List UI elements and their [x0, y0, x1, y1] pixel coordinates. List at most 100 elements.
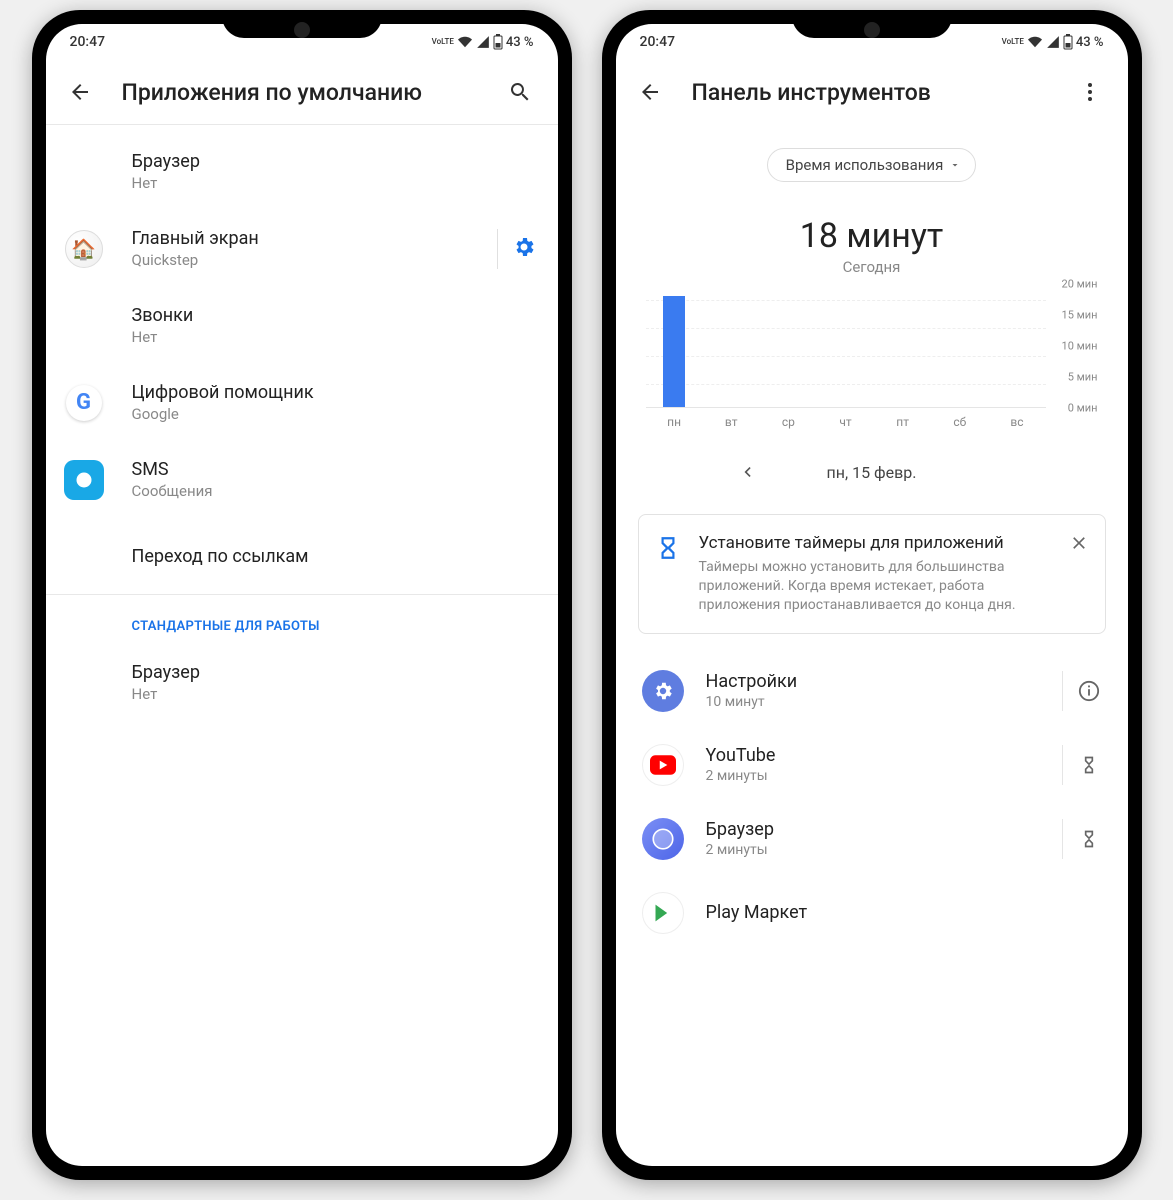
overflow-button[interactable]: [1070, 72, 1110, 112]
section-work-header: СТАНДАРТНЫЕ ДЛЯ РАБОТЫ: [46, 595, 558, 644]
bar-label: пн: [646, 415, 703, 429]
default-home-row[interactable]: 🏠 Главный экран Quickstep: [46, 210, 558, 287]
hourglass-icon: [1079, 829, 1099, 849]
app-info-button[interactable]: [1062, 671, 1102, 711]
work-browser-row[interactable]: Браузер Нет: [46, 644, 558, 721]
row-label: Браузер: [132, 662, 536, 683]
wifi-icon: [1027, 35, 1043, 49]
y-tick: 0 мин: [1068, 402, 1098, 415]
home-app-icon: 🏠: [64, 229, 104, 269]
default-calls-row[interactable]: Звонки Нет: [46, 287, 558, 364]
row-value: Нет: [132, 174, 536, 192]
row-label: SMS: [132, 459, 536, 480]
status-bar: 20:47 VoLTE 43 %: [616, 24, 1128, 60]
google-app-icon: G: [64, 383, 104, 423]
battery-percent: 43 %: [506, 35, 534, 50]
battery-percent: 43 %: [1076, 35, 1104, 50]
default-sms-row[interactable]: SMS Сообщения: [46, 441, 558, 518]
blank-icon: [64, 152, 104, 192]
date-nav: пн, 15 февр.: [616, 414, 1128, 514]
bar-вт[interactable]: вт: [703, 284, 760, 407]
status-bar: 20:47 VoLTE 43 %: [46, 24, 558, 60]
blank-icon: [64, 536, 104, 576]
back-button[interactable]: [60, 72, 100, 112]
arrow-back-icon: [68, 80, 92, 104]
usage-sub: Сегодня: [616, 258, 1128, 276]
bar-label: пт: [874, 415, 931, 429]
y-tick: 15 мин: [1062, 309, 1098, 322]
browser-app-icon: [642, 818, 684, 860]
hourglass-icon: [1079, 755, 1099, 775]
app-row-youtube[interactable]: YouTube 2 минуты: [616, 728, 1128, 802]
bar-пн[interactable]: пн: [646, 284, 703, 407]
app-row-settings[interactable]: Настройки 10 минут: [616, 654, 1128, 728]
app-timer-button[interactable]: [1062, 819, 1102, 859]
arrow-back-icon: [638, 80, 662, 104]
row-label: Переход по ссылкам: [132, 546, 536, 567]
default-links-row[interactable]: Переход по ссылкам: [46, 518, 558, 594]
more-vert-icon: [1078, 80, 1102, 104]
row-value: Google: [132, 405, 536, 423]
search-button[interactable]: [500, 72, 540, 112]
divider: [497, 229, 498, 269]
card-title: Установите таймеры для приложений: [699, 533, 1051, 553]
wifi-icon: [457, 35, 473, 49]
row-value: Сообщения: [132, 482, 536, 500]
row-value: Нет: [132, 685, 536, 703]
status-icons: VoLTE 43 %: [432, 34, 534, 50]
bar-сб[interactable]: сб: [931, 284, 988, 407]
row-label: Браузер: [132, 151, 536, 172]
default-browser-row[interactable]: Браузер Нет: [46, 133, 558, 210]
y-tick: 20 мин: [1062, 278, 1098, 291]
phone-frame-left: 20:47 VoLTE 43 % Приложения по умолчанию: [32, 10, 572, 1180]
app-row-browser[interactable]: Браузер 2 минуты: [616, 802, 1128, 876]
app-timer-button[interactable]: [1062, 745, 1102, 785]
home-settings-button[interactable]: [512, 235, 536, 263]
app-time: 2 минуты: [706, 768, 1054, 784]
card-close-button[interactable]: [1069, 533, 1089, 557]
bar-пт[interactable]: пт: [874, 284, 931, 407]
bar-вс[interactable]: вс: [988, 284, 1045, 407]
close-icon: [1069, 533, 1089, 553]
chip-row: Время использования: [616, 124, 1128, 190]
signal-icon: [476, 35, 490, 49]
search-icon: [508, 80, 532, 104]
date-label: пн, 15 февр.: [827, 463, 917, 482]
app-bar: Панель инструментов: [616, 60, 1128, 124]
hourglass-icon: [655, 535, 681, 565]
row-value: Нет: [132, 328, 536, 346]
bar-label: вт: [703, 415, 760, 429]
bar-label: вс: [988, 415, 1045, 429]
bar-label: чт: [817, 415, 874, 429]
dropdown-label: Время использования: [786, 156, 944, 174]
prev-day-button[interactable]: [727, 452, 767, 492]
bar-чт[interactable]: чт: [817, 284, 874, 407]
battery-icon: [493, 34, 503, 50]
settings-app-icon: [642, 670, 684, 712]
battery-icon: [1063, 34, 1073, 50]
phone-screen-left: 20:47 VoLTE 43 % Приложения по умолчанию: [46, 24, 558, 1166]
usage-mode-dropdown[interactable]: Время использования: [767, 148, 977, 182]
app-name: YouTube: [706, 745, 1054, 766]
default-apps-list: Браузер Нет 🏠 Главный экран Quickstep: [46, 125, 558, 594]
app-bar: Приложения по умолчанию: [46, 60, 558, 124]
play-market-app-icon: [642, 892, 684, 934]
back-button[interactable]: [630, 72, 670, 112]
default-assistant-row[interactable]: G Цифровой помощник Google: [46, 364, 558, 441]
chart-bars: пнвтсрчтптсбвс: [646, 284, 1046, 408]
app-row-playmarket[interactable]: Play Маркет: [616, 876, 1128, 934]
bar-ср[interactable]: ср: [760, 284, 817, 407]
row-label: Цифровой помощник: [132, 382, 536, 403]
y-tick: 5 мин: [1068, 371, 1098, 384]
row-label: Звонки: [132, 305, 536, 326]
volte-icon: VoLTE: [432, 38, 454, 46]
status-time: 20:47: [70, 34, 106, 50]
usage-total: 18 минут Сегодня: [616, 190, 1128, 284]
row-label: Главный экран: [132, 228, 483, 249]
bar-label: ср: [760, 415, 817, 429]
status-icons: VoLTE 43 %: [1002, 34, 1104, 50]
timer-hint-card: Установите таймеры для приложений Таймер…: [638, 514, 1106, 634]
info-icon: [1078, 680, 1100, 702]
blank-icon: [64, 663, 104, 703]
chat-bubble-icon: [74, 470, 94, 490]
